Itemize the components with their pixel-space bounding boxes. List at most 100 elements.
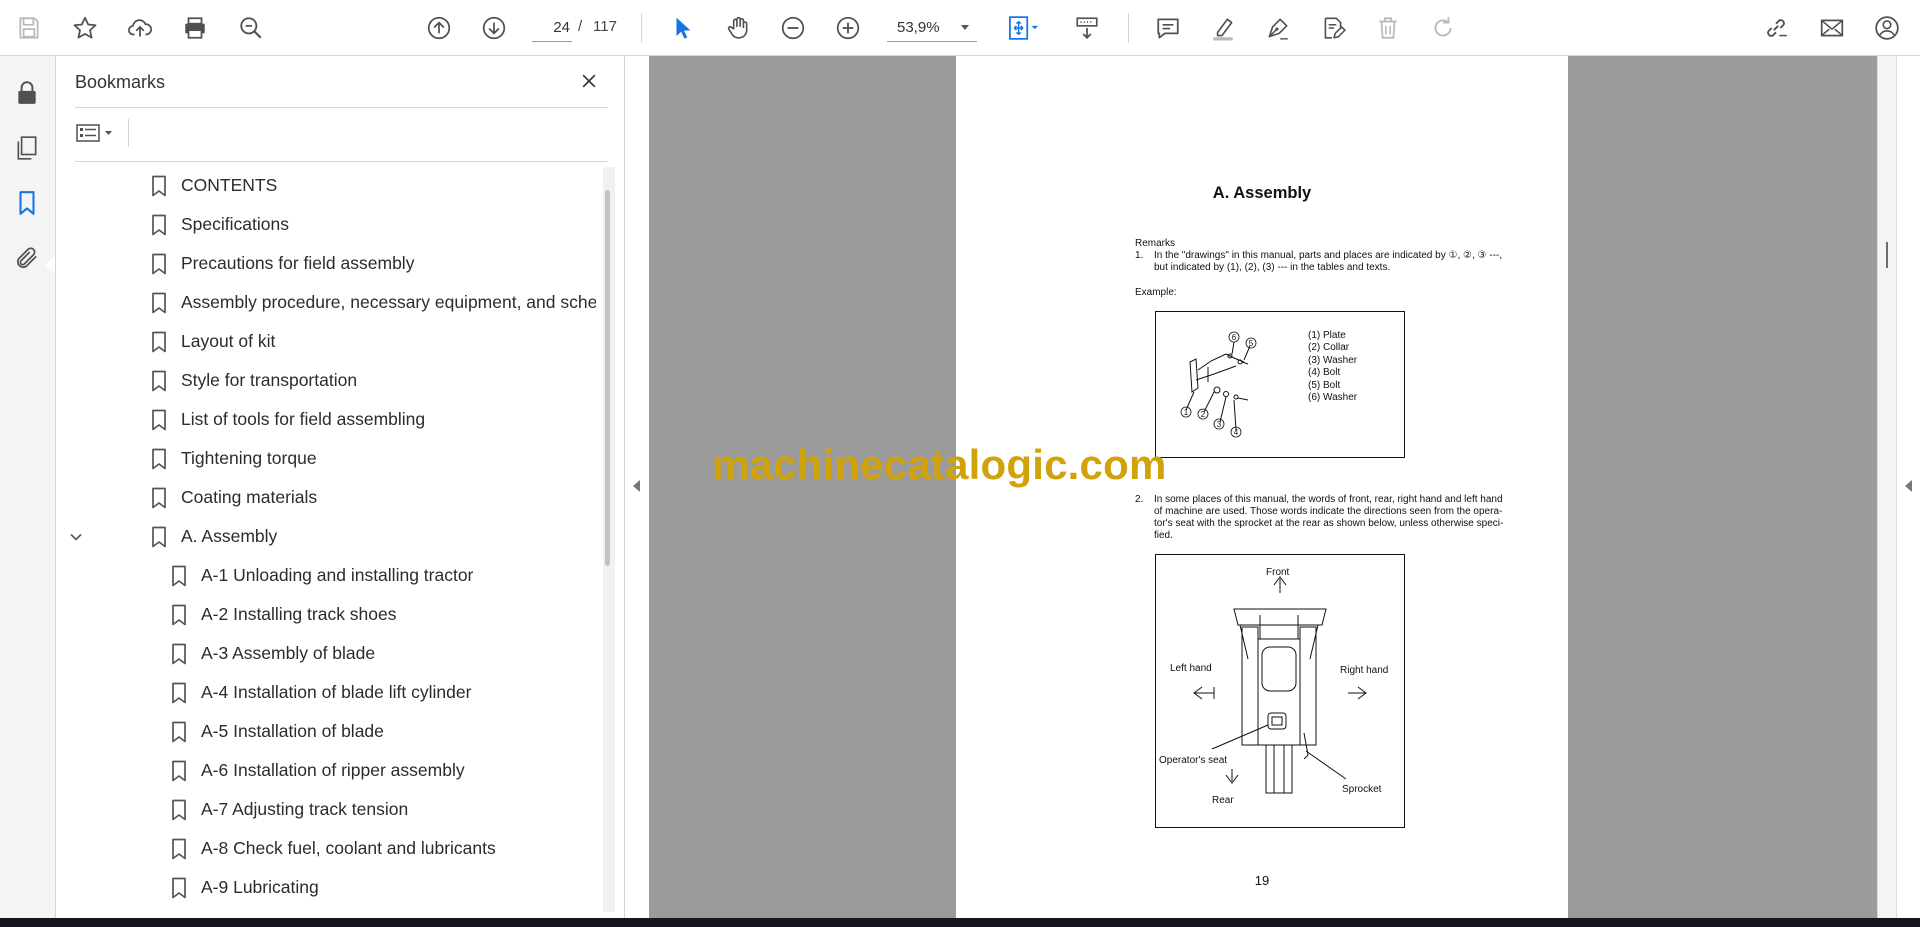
bookmark-item[interactable]: A-3 Assembly of blade [56,635,596,671]
redo-icon[interactable] [1426,11,1460,45]
bookmark-icon [172,838,186,860]
zoom-in-icon[interactable] [831,11,865,45]
bookmark-item[interactable]: A. Assembly [56,518,596,554]
bookmark-label: Assembly procedure, necessary equipment,… [181,292,596,312]
remark-2-line-4: fied. [1154,530,1173,541]
remark-2-line-2: of machine are used. Those words indicat… [1154,506,1503,517]
previous-page-icon[interactable] [422,11,456,45]
bookmark-label: A-2 Installing track shoes [201,604,397,624]
delete-trash-icon[interactable] [1371,11,1405,45]
right-pane-toggle[interactable] [1896,56,1920,918]
part-label: (5) Bolt [1308,379,1341,391]
bookmark-icon [172,760,186,782]
left-hand-label: Left hand [1170,663,1212,674]
hand-tool-icon[interactable] [721,11,755,45]
zoom-out-icon[interactable] [776,11,810,45]
bookmark-item[interactable]: A-8 Check fuel, coolant and lubricants [56,830,596,866]
collapse-panel-arrow-icon[interactable] [633,480,640,492]
bookmark-item[interactable]: A-2 Installing track shoes [56,596,596,632]
part-label: (1) Plate [1308,330,1346,341]
upload-cloud-icon[interactable] [123,11,157,45]
callout-2: 2 [1201,410,1206,419]
bookmark-icon [152,448,166,470]
bookmark-label: A-9 Lubricating [201,877,319,897]
bookmark-label: Style for transportation [181,370,358,390]
callout-1: 1 [1184,408,1189,417]
draw-pen-icon[interactable] [1261,11,1295,45]
print-icon[interactable] [178,11,212,45]
bookmark-label: List of tools for field assembling [181,409,426,429]
bookmark-item[interactable]: A-1 Unloading and installing tractor [56,557,596,593]
bookmark-icon [152,331,166,353]
star-icon[interactable] [68,11,102,45]
select-cursor-icon[interactable] [666,11,700,45]
share-link-icon[interactable] [1759,11,1793,45]
attachment-icon[interactable] [10,241,44,275]
account-icon[interactable] [1870,11,1904,45]
bookmark-item[interactable]: A-9 Lubricating [56,869,596,905]
part-label: (3) Washer [1308,354,1358,366]
part-label: (2) Collar [1308,342,1350,354]
navigation-rail [0,56,56,918]
bookmark-item[interactable]: Coating materials [56,479,596,515]
bookmark-item[interactable]: Style for transportation [56,362,596,398]
lock-icon[interactable] [10,76,44,110]
page-number-input[interactable] [532,13,572,42]
panel-splitter[interactable] [624,56,650,918]
bookmark-item[interactable]: Layout of kit [56,323,596,359]
bookmark-label: Layout of kit [181,331,276,351]
bookmark-item[interactable]: A-5 Installation of blade [56,713,596,749]
bookmark-item[interactable]: CONTENTS [56,167,596,203]
document-scrollbar-thumb[interactable] [1886,242,1888,268]
document-scrollbar[interactable] [1877,56,1896,918]
edit-text-icon[interactable] [1316,11,1350,45]
list-options-icon [76,124,112,142]
bookmark-item[interactable]: A-4 Installation of blade lift cylinder [56,674,596,710]
chevron-down-icon[interactable] [69,530,83,544]
expand-right-pane-arrow-icon[interactable] [1905,480,1912,492]
part-label: (6) Washer [1308,392,1358,404]
callout-4: 4 [1234,428,1239,437]
page-thumbnails-icon[interactable] [10,131,44,165]
remark-2-line-1: In some places of this manual, the words… [1154,494,1503,505]
comment-icon[interactable] [1151,11,1185,45]
taskbar-strip [0,918,1920,927]
bookmark-item[interactable]: A-6 Installation of ripper assembly [56,752,596,788]
scroll-mode-icon[interactable] [1070,11,1104,45]
bookmark-panel-icon[interactable] [10,186,44,220]
callout-6: 6 [1232,333,1237,342]
bookmark-item[interactable]: Precautions for field assembly [56,245,596,281]
bookmark-options-button[interactable] [74,118,120,148]
bookmark-scrollbar-thumb[interactable] [605,190,610,566]
bookmark-item[interactable]: Specifications [56,206,596,242]
zoom-search-icon[interactable] [234,11,268,45]
page-fit-icon[interactable] [1002,11,1046,45]
email-icon[interactable] [1815,11,1849,45]
remark-number-1: 1. [1135,250,1144,261]
save-icon[interactable] [12,11,46,45]
bookmark-item[interactable]: A-7 Adjusting track tension [56,791,596,827]
bookmark-label: A. Assembly [181,526,278,546]
highlighter-icon[interactable] [1206,11,1240,45]
bookmark-label: A-1 Unloading and installing tractor [201,565,474,585]
bookmark-item[interactable]: Assembly procedure, necessary equipment,… [56,284,596,320]
callout-3: 3 [1217,420,1222,429]
bookmark-item[interactable]: List of tools for field assembling [56,401,596,437]
bookmark-icon [152,526,166,548]
remark-number-2: 2. [1135,494,1144,505]
remarks-label: Remarks [1135,238,1176,249]
zoom-level-dropdown[interactable]: 53,9% [887,13,977,42]
bookmark-icon [172,682,186,704]
bookmark-icon [152,253,166,275]
bookmark-icon [172,877,186,899]
example-label: Example: [1135,287,1177,298]
zoom-level-value: 53,9% [897,18,940,36]
bookmark-item[interactable]: Tightening torque [56,440,596,476]
front-label: Front [1266,567,1290,578]
bracket-drawing: 1 2 3 4 5 6 [1180,331,1257,438]
bookmark-label: A-6 Installation of ripper assembly [201,760,465,780]
sprocket-label: Sprocket [1342,784,1382,795]
next-page-icon[interactable] [477,11,511,45]
bookmark-icon [152,214,166,236]
close-icon[interactable] [574,66,604,96]
